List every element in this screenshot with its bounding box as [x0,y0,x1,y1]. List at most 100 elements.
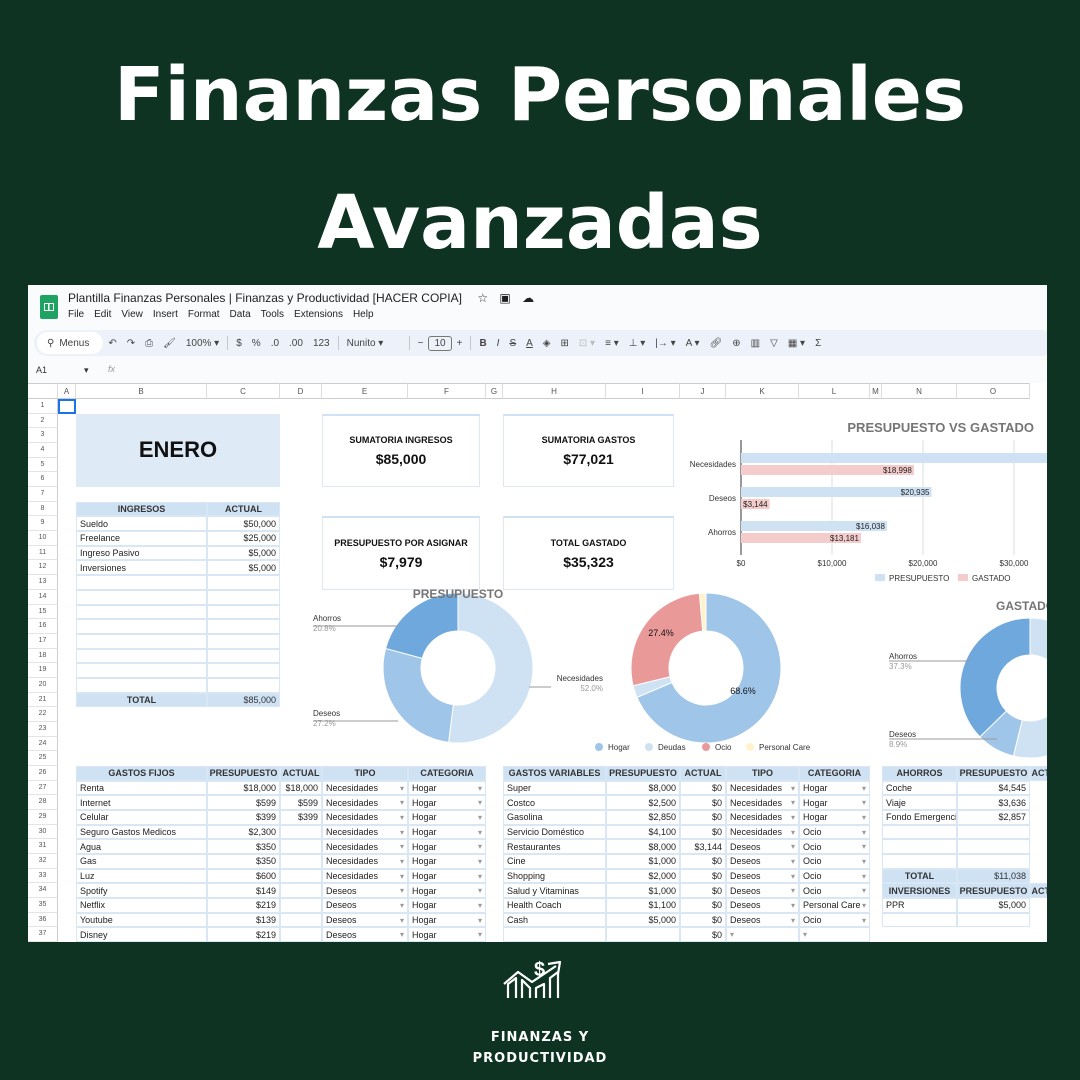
gasto-variable-dropdown[interactable]: Necesidades [726,780,799,796]
ahorros-amount[interactable] [957,854,1030,869]
gasto-fijo-dropdown[interactable]: Hogar [408,883,486,899]
gasto-fijo-dropdown[interactable]: Hogar [408,810,486,825]
gasto-fijo-dropdown[interactable]: Deseos [322,898,408,913]
gasto-fijo-cell[interactable]: Renta [76,780,207,796]
gasto-fijo-cell[interactable]: $599 [207,795,280,811]
comment-icon[interactable]: ⊕ [727,338,745,349]
gasto-variable-dropdown[interactable]: Ocio [799,912,870,928]
gasto-variable-cell[interactable]: Super [503,780,606,796]
row-header[interactable]: 12 [28,560,58,576]
gasto-variable-cell[interactable]: Cine [503,854,606,869]
fill-color-icon[interactable]: ◈ [538,338,556,349]
row-header[interactable]: 22 [28,707,58,722]
zoom-select[interactable]: 100% ▾ [181,338,224,349]
menu-edit[interactable]: Edit [94,309,111,320]
name-box-dropdown-icon[interactable]: ▾ [84,365,89,376]
gasto-fijo-cell[interactable]: Youtube [76,912,207,928]
gasto-variable-cell[interactable]: $3,144 [680,839,726,855]
gasto-variable-dropdown[interactable]: Necesidades [726,824,799,840]
column-header-m[interactable]: M [870,383,882,399]
gasto-variable-dropdown[interactable]: Hogar [799,810,870,825]
menu-data[interactable]: Data [230,309,251,320]
gasto-variable-dropdown[interactable]: Ocio [799,868,870,884]
ingreso-amount[interactable] [207,589,280,605]
ahorros-name[interactable]: Fondo Emergencia [882,810,957,825]
font-select[interactable]: Nunito ▾ [342,338,406,349]
ingreso-amount[interactable] [207,648,280,664]
ingreso-amount[interactable] [207,575,280,590]
column-header-k[interactable]: K [726,383,799,399]
gasto-variable-cell[interactable]: $0 [680,927,726,942]
gasto-variable-cell[interactable]: $0 [680,824,726,840]
star-icon[interactable]: ☆ [477,291,488,305]
gasto-variable-dropdown[interactable]: Ocio [799,839,870,855]
gasto-fijo-dropdown[interactable]: Hogar [408,898,486,913]
gasto-fijo-cell[interactable] [280,898,322,913]
ahorros-name[interactable]: Coche [882,780,957,796]
ingreso-name[interactable]: Sueldo [76,516,207,532]
gasto-variable-dropdown[interactable]: Ocio [799,824,870,840]
gasto-fijo-dropdown[interactable]: Hogar [408,868,486,884]
row-header[interactable]: 36 [28,912,58,928]
gasto-fijo-cell[interactable] [280,868,322,884]
gasto-fijo-cell[interactable]: Celular [76,810,207,825]
gasto-variable-cell[interactable]: $0 [680,810,726,825]
text-wrap-icon[interactable]: |→ ▾ [650,338,680,349]
gasto-variable-cell[interactable]: $2,500 [606,795,680,811]
gasto-variable-cell[interactable]: $0 [680,868,726,884]
ingreso-name[interactable]: Freelance [76,531,207,546]
row-header[interactable]: 31 [28,839,58,855]
column-header-f[interactable]: F [408,383,486,399]
gasto-variable-cell[interactable]: Salud y Vitaminas [503,883,606,899]
gasto-variable-cell[interactable]: Servicio Doméstico [503,824,606,840]
gasto-fijo-cell[interactable]: $399 [280,810,322,825]
gasto-variable-cell[interactable] [503,927,606,942]
menu-file[interactable]: File [68,309,84,320]
gasto-fijo-cell[interactable]: Netflix [76,898,207,913]
gasto-fijo-cell[interactable] [280,883,322,899]
text-color-icon[interactable]: A [521,338,538,349]
gasto-variable-dropdown[interactable]: Necesidades [726,795,799,811]
inversiones-amount[interactable]: $5,000 [957,898,1030,913]
gasto-fijo-cell[interactable]: $599 [280,795,322,811]
ingreso-name[interactable] [76,619,207,634]
ingreso-amount[interactable] [207,663,280,678]
font-size-increase-icon[interactable]: + [452,338,468,349]
sheets-logo-icon[interactable] [40,295,58,319]
ingreso-name[interactable] [76,633,207,649]
row-header[interactable]: 17 [28,633,58,649]
ahorros-amount[interactable] [957,839,1030,855]
row-header[interactable]: 27 [28,780,58,796]
chart-icon[interactable]: ▥ [746,338,765,349]
row-header[interactable]: 16 [28,619,58,634]
gasto-fijo-cell[interactable]: $139 [207,912,280,928]
ingreso-name[interactable] [76,648,207,664]
gasto-variable-cell[interactable]: $1,000 [606,854,680,869]
row-header[interactable]: 26 [28,766,58,781]
ingreso-amount[interactable] [207,604,280,620]
row-header[interactable]: 5 [28,457,58,473]
column-header-l[interactable]: L [799,383,870,399]
gasto-variable-cell[interactable]: $8,000 [606,839,680,855]
gasto-fijo-cell[interactable] [280,927,322,942]
gasto-fijo-dropdown[interactable]: Necesidades [322,824,408,840]
ingreso-name[interactable]: Inversiones [76,560,207,576]
row-header[interactable]: 15 [28,604,58,620]
column-header-n[interactable]: N [882,383,957,399]
font-size-decrease-icon[interactable]: − [413,338,429,349]
gasto-fijo-dropdown[interactable]: Necesidades [322,780,408,796]
gasto-fijo-cell[interactable]: Disney [76,927,207,942]
redo-icon[interactable]: ↷ [122,338,140,349]
ahorros-name[interactable]: Viaje [882,795,957,811]
font-size-input[interactable]: 10 [428,335,452,351]
ahorros-name[interactable] [882,839,957,855]
gasto-variable-dropdown[interactable]: Deseos [726,898,799,913]
selected-cell[interactable] [58,399,76,414]
gasto-fijo-cell[interactable] [280,912,322,928]
gasto-variable-dropdown[interactable]: Personal Care [799,898,870,913]
print-icon[interactable]: ⎙ [140,338,158,349]
gasto-variable-cell[interactable]: Cash [503,912,606,928]
link-icon[interactable]: 🔗︎ [705,338,728,349]
row-header[interactable]: 7 [28,487,58,502]
column-header-g[interactable]: G [486,383,503,399]
